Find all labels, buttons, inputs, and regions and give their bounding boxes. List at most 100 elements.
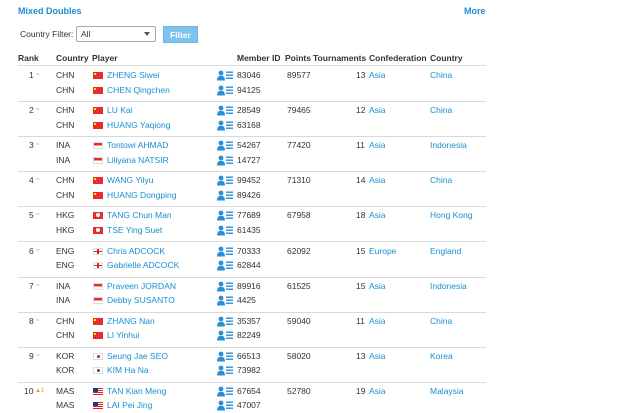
confederation-link[interactable]: Asia (369, 175, 386, 185)
rank-value: 3 (29, 140, 34, 151)
flag-ina-icon (93, 297, 103, 305)
country-link[interactable]: China (430, 175, 452, 185)
tournaments-value: 19 (356, 385, 366, 396)
member-id: 82249 (237, 330, 261, 341)
player-profile-icon[interactable] (217, 260, 233, 271)
rank-value: 7 (29, 280, 34, 291)
points-value: 61525 (287, 280, 311, 291)
country-link[interactable]: Indonesia (430, 140, 467, 150)
player-name-link[interactable]: LU Kai (107, 105, 133, 115)
flag-ina-icon (93, 142, 103, 150)
player-profile-icon[interactable] (217, 330, 233, 341)
player-name-link[interactable]: Liliyana NATSIR (107, 155, 169, 165)
country-link[interactable]: England (430, 246, 461, 256)
member-id: 89916 (237, 280, 261, 291)
row-divider (18, 346, 486, 348)
player-country-code: HKG (56, 224, 75, 235)
player-profile-icon[interactable] (217, 155, 233, 166)
player-profile-icon[interactable] (217, 400, 233, 411)
player-name-link[interactable]: HUANG Yaqiong (107, 120, 170, 130)
country-link[interactable]: Malaysia (430, 386, 464, 396)
flag-chn-icon (93, 317, 103, 325)
country-link[interactable]: Korea (430, 351, 453, 361)
player-name-link[interactable]: Debby SUSANTO (107, 295, 175, 305)
player-profile-icon[interactable] (217, 316, 233, 327)
player-country-code: CHN (56, 189, 75, 200)
row-divider (18, 206, 486, 208)
player-profile-icon[interactable] (217, 246, 233, 257)
player-profile-icon[interactable] (217, 365, 233, 376)
player-name-link[interactable]: KIM Ha Na (107, 365, 149, 375)
confederation-link[interactable]: Asia (369, 316, 386, 326)
player-name-link[interactable]: LAI Pei Jing (107, 400, 152, 410)
country-filter-select[interactable]: All (76, 26, 156, 42)
confederation-link[interactable]: Asia (369, 70, 386, 80)
player-name-link[interactable]: Gabrielle ADCOCK (107, 260, 179, 270)
player-profile-icon[interactable] (217, 105, 233, 116)
player-profile-icon[interactable] (217, 281, 233, 292)
country-link[interactable]: Hong Kong (430, 210, 473, 220)
points-value: 79465 (287, 105, 311, 116)
country-link[interactable]: Indonesia (430, 281, 467, 291)
confederation-link[interactable]: Asia (369, 210, 386, 220)
points-value: 59040 (287, 315, 311, 326)
points-value: 52780 (287, 385, 311, 396)
player-profile-icon[interactable] (217, 351, 233, 362)
member-id: 63168 (237, 119, 261, 130)
row-divider (18, 276, 486, 278)
player-name-link[interactable]: ZHENG Siwei (107, 70, 159, 80)
player-country-code: CHN (56, 315, 75, 326)
points-value: 71310 (287, 175, 311, 186)
confederation-link[interactable]: Asia (369, 140, 386, 150)
column-header-confederation: Confederation (369, 53, 427, 63)
chevron-down-icon (144, 32, 150, 36)
player-profile-icon[interactable] (217, 70, 233, 81)
confederation-link[interactable]: Europe (369, 246, 396, 256)
player-profile-icon[interactable] (217, 295, 233, 306)
confederation-link[interactable]: Asia (369, 351, 386, 361)
section-title[interactable]: Mixed Doubles (18, 6, 82, 16)
flag-chn-icon (93, 191, 103, 199)
member-id: 67654 (237, 385, 261, 396)
points-value: 89577 (287, 70, 311, 80)
player-name-link[interactable]: TANG Chun Man (107, 210, 172, 220)
confederation-link[interactable]: Asia (369, 386, 386, 396)
player-name-link[interactable]: TSE Ying Suet (107, 225, 162, 235)
player-profile-icon[interactable] (217, 386, 233, 397)
player-profile-icon[interactable] (217, 225, 233, 236)
player-name-link[interactable]: Chris ADCOCK (107, 246, 165, 256)
column-header-country-code: Country (56, 53, 89, 63)
player-name-link[interactable]: ZHANG Nan (107, 316, 155, 326)
player-name-link[interactable]: HUANG Dongping (107, 190, 176, 200)
player-name-link[interactable]: TAN Kian Meng (107, 386, 166, 396)
player-name-link[interactable]: Seung Jae SEO (107, 351, 168, 361)
player-profile-icon[interactable] (217, 175, 233, 186)
player-name-link[interactable]: Praveen JORDAN (107, 281, 176, 291)
country-link[interactable]: China (430, 105, 452, 115)
column-header-member-id: Member ID (237, 53, 281, 63)
player-profile-icon[interactable] (217, 190, 233, 201)
player-profile-icon[interactable] (217, 140, 233, 151)
column-header-points: Points (285, 53, 311, 63)
confederation-link[interactable]: Asia (369, 105, 386, 115)
more-link[interactable]: More (464, 6, 486, 16)
player-country-code: ENG (56, 260, 75, 270)
player-name-link[interactable]: LI Yinhui (107, 330, 140, 340)
member-id: 89426 (237, 189, 261, 200)
player-name-link[interactable]: WANG Yilyu (107, 175, 153, 185)
country-link[interactable]: China (430, 316, 452, 326)
rank-value: 5 (29, 210, 34, 221)
player-profile-icon[interactable] (217, 85, 233, 96)
country-link[interactable]: China (430, 70, 452, 80)
rank-value: 6 (29, 245, 34, 256)
player-name-link[interactable]: Tontowi AHMAD (107, 140, 168, 150)
confederation-link[interactable]: Asia (369, 281, 386, 291)
player-profile-icon[interactable] (217, 120, 233, 131)
flag-mas-icon (93, 402, 103, 410)
flag-hkg-icon (93, 212, 103, 220)
tournaments-value: 11 (356, 140, 365, 151)
player-name-link[interactable]: CHEN Qingchen (107, 85, 170, 95)
player-profile-icon[interactable] (217, 210, 233, 221)
rank-unchanged-icon: = (36, 107, 40, 114)
filter-button[interactable]: Filter (163, 26, 198, 43)
